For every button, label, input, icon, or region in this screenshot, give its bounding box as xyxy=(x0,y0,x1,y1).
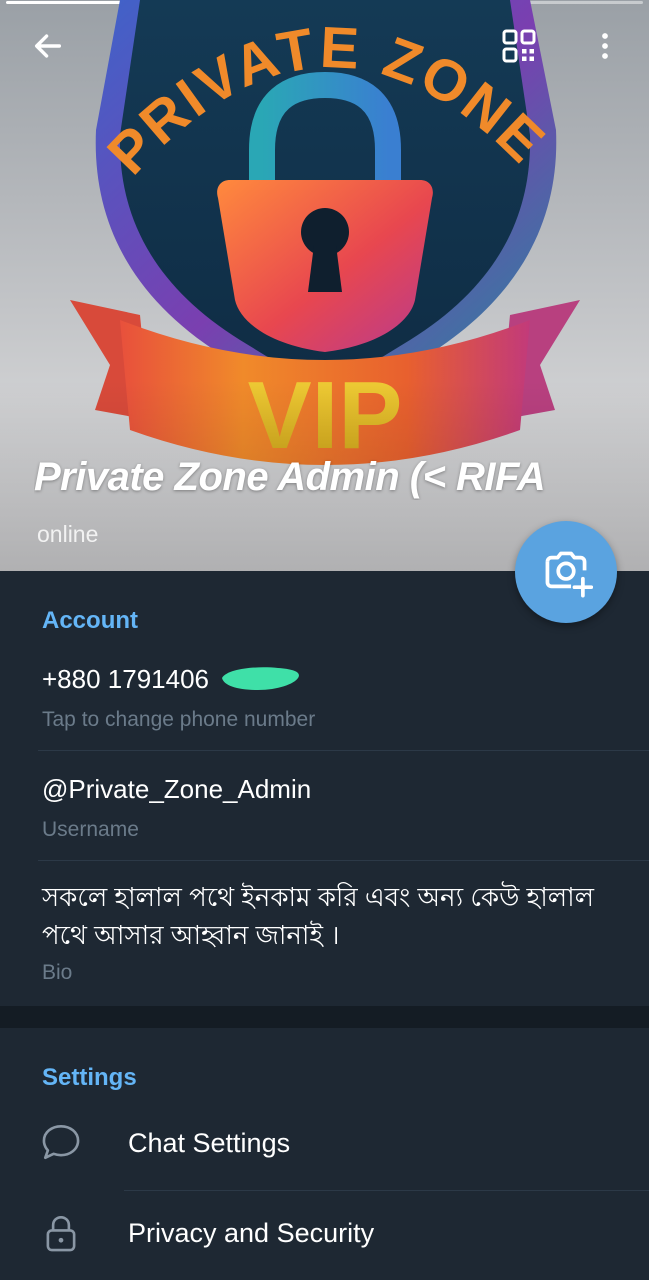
chat-bubble-icon xyxy=(42,1124,80,1160)
more-options-button[interactable] xyxy=(583,24,627,68)
profile-header: PRIVATE ZONE VIP xyxy=(0,0,649,571)
back-button[interactable] xyxy=(26,24,70,68)
redaction-mark xyxy=(222,667,299,690)
username-hint: Username xyxy=(42,818,139,841)
username-value: @Private_Zone_Admin xyxy=(42,774,312,804)
arrow-left-icon xyxy=(34,34,62,58)
qr-code-icon xyxy=(502,29,536,63)
settings-item-privacy[interactable]: Privacy and Security xyxy=(0,1190,649,1280)
bio-hint: Bio xyxy=(42,961,73,984)
account-title: Account xyxy=(42,607,138,634)
username-row[interactable] xyxy=(0,751,649,861)
phone-row[interactable] xyxy=(0,640,649,750)
profile-status: online xyxy=(37,521,99,547)
settings-item-label: Chat Settings xyxy=(128,1128,291,1158)
qr-code-button[interactable] xyxy=(497,24,541,68)
profile-name: Private Zone Admin (< RIFA xyxy=(34,455,546,499)
settings-item-label: Privacy and Security xyxy=(128,1218,375,1248)
more-vertical-icon xyxy=(602,33,608,59)
set-photo-button[interactable] xyxy=(515,521,617,623)
lock-icon xyxy=(46,1215,76,1252)
settings-item-chat[interactable]: Chat Settings xyxy=(0,1098,649,1188)
settings-title: Settings xyxy=(42,1064,137,1091)
phone-number: +880 1791406 xyxy=(42,664,210,694)
phone-hint: Tap to change phone number xyxy=(42,708,316,731)
camera-add-icon xyxy=(545,551,593,598)
section-gap xyxy=(0,1006,649,1028)
bio-value: সকলে হালাল পথে ইনকাম করি এবং অন্য কেউ হা… xyxy=(42,882,595,950)
